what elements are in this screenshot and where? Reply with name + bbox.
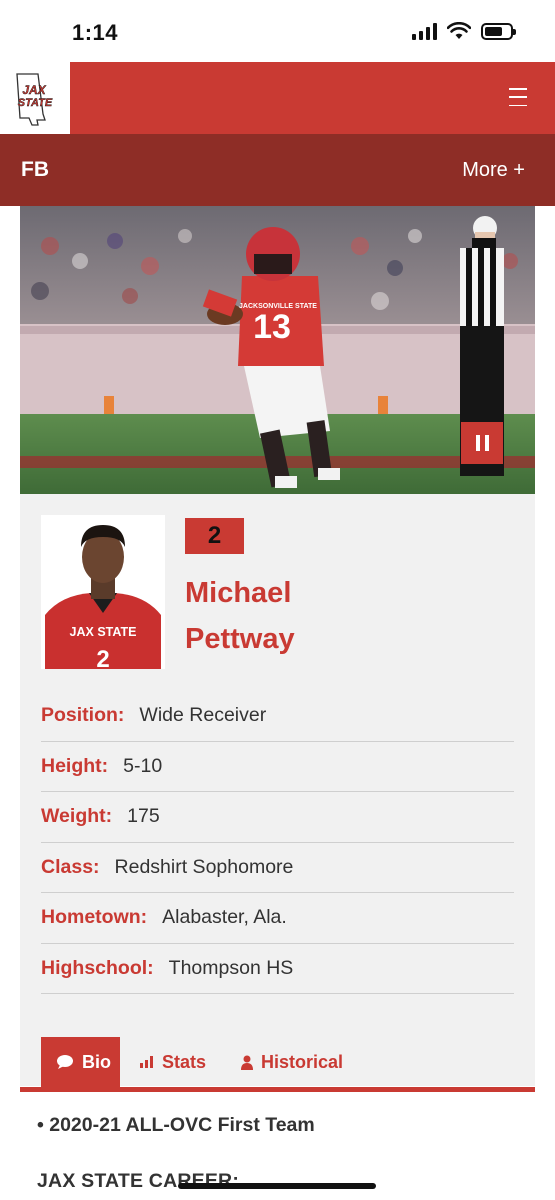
tab-stats[interactable]: Stats bbox=[140, 1037, 206, 1087]
status-time: 1:14 bbox=[72, 20, 119, 45]
svg-text:13: 13 bbox=[253, 308, 291, 346]
tab-label: Bio bbox=[82, 1051, 111, 1072]
tab-underline bbox=[20, 1087, 535, 1092]
info-label: Highschool: bbox=[41, 956, 154, 979]
svg-text:JAX STATE: JAX STATE bbox=[70, 625, 137, 639]
info-label: Position: bbox=[41, 704, 125, 727]
tab-bio[interactable]: Bio bbox=[41, 1037, 120, 1087]
bio-list-item: • 2020-21 ALL-OVC First Team bbox=[37, 1114, 315, 1136]
tab-label: Historical bbox=[261, 1051, 344, 1072]
player-headshot: JAX STATE 2 bbox=[41, 515, 165, 669]
svg-text:STATE: STATE bbox=[18, 97, 53, 109]
sport-nav-bar: FB More + bbox=[0, 134, 555, 206]
info-row-height: Height: 5-10 bbox=[41, 742, 514, 792]
home-indicator[interactable] bbox=[178, 1183, 376, 1189]
player-last-name: Pettway bbox=[185, 623, 295, 655]
info-label: Weight: bbox=[41, 805, 113, 828]
tab-historical[interactable]: Historical bbox=[241, 1037, 343, 1087]
info-value: Redshirt Sophomore bbox=[114, 855, 294, 878]
info-value: 175 bbox=[127, 805, 160, 828]
person-icon bbox=[241, 1055, 253, 1070]
player-info-list: Position: Wide Receiver Height: 5-10 Wei… bbox=[41, 691, 514, 994]
jersey-number-badge: 2 bbox=[185, 518, 244, 554]
sport-label[interactable]: FB bbox=[21, 158, 49, 182]
player-name: Michael Pettway bbox=[185, 570, 505, 662]
hamburger-menu-icon[interactable] bbox=[509, 88, 527, 106]
svg-text:2: 2 bbox=[96, 646, 109, 669]
status-icons bbox=[412, 22, 516, 40]
cellular-signal-icon bbox=[412, 22, 437, 40]
svg-text:JACKSONVILLE STATE: JACKSONVILLE STATE bbox=[239, 303, 317, 310]
player-card: 13 JACKSONVILLE STATE JAX STATE 2 2 Mich… bbox=[20, 206, 535, 1086]
info-label: Class: bbox=[41, 855, 100, 878]
hero-action-photo: 13 JACKSONVILLE STATE bbox=[20, 206, 535, 494]
profile-tabs: Bio Stats Historical bbox=[20, 1037, 535, 1087]
bar-chart-icon bbox=[140, 1056, 153, 1068]
speech-bubble-icon bbox=[57, 1055, 73, 1069]
tab-label: Stats bbox=[162, 1051, 207, 1072]
site-header: JAX STATE bbox=[0, 62, 555, 134]
info-row-highschool: Highschool: Thompson HS bbox=[41, 944, 514, 994]
more-menu-button[interactable]: More + bbox=[462, 159, 525, 182]
info-label: Hometown: bbox=[41, 906, 148, 929]
player-first-name: Michael bbox=[185, 577, 292, 609]
info-value: Wide Receiver bbox=[139, 704, 267, 727]
info-row-class: Class: Redshirt Sophomore bbox=[41, 843, 514, 893]
status-bar: 1:14 bbox=[0, 0, 555, 62]
slideshow-pause-button[interactable] bbox=[461, 422, 503, 464]
info-label: Height: bbox=[41, 754, 109, 777]
svg-text:JAX: JAX bbox=[22, 83, 46, 97]
info-value: 5-10 bbox=[123, 754, 163, 777]
alabama-state-outline-icon: JAX STATE bbox=[16, 73, 53, 126]
info-row-position: Position: Wide Receiver bbox=[41, 691, 514, 742]
wifi-icon bbox=[447, 22, 471, 39]
info-row-hometown: Hometown: Alabaster, Ala. bbox=[41, 893, 514, 944]
career-heading: JAX STATE CAREER: bbox=[37, 1170, 240, 1192]
battery-icon bbox=[481, 22, 516, 40]
info-value: Thompson HS bbox=[168, 956, 294, 979]
info-value: Alabaster, Ala. bbox=[162, 906, 287, 929]
jax-state-logo[interactable]: JAX STATE bbox=[0, 62, 70, 134]
info-row-weight: Weight: 175 bbox=[41, 792, 514, 843]
